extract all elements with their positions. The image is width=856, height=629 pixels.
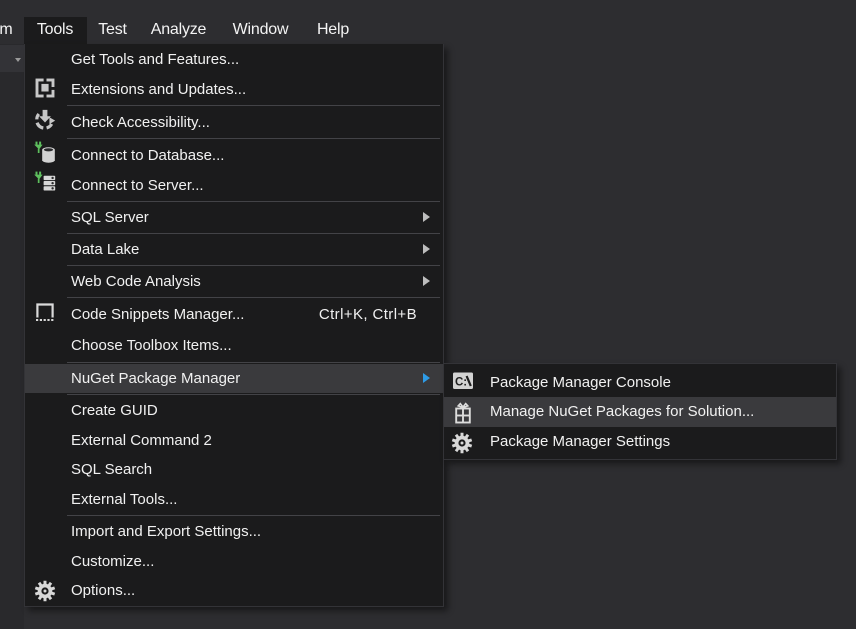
svg-text:C:: C:	[455, 376, 467, 388]
